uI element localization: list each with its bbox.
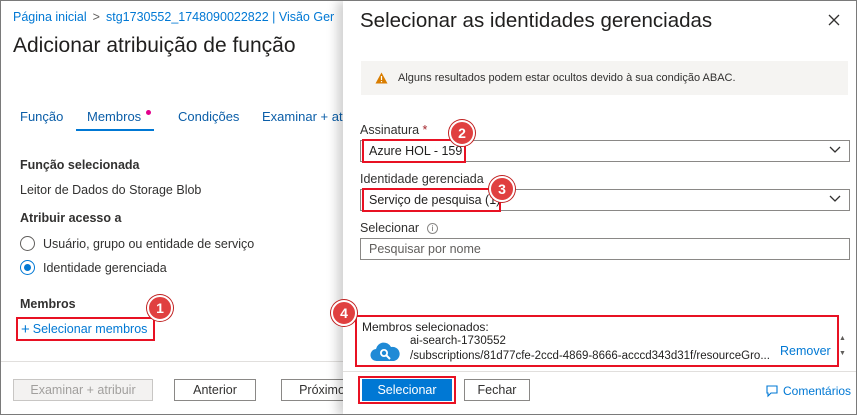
close-button[interactable]: Fechar [464,379,530,401]
screen: Página inicial > stg1730552_1748090022822 … [0,0,857,415]
callout-badge-2: 2 [449,120,475,146]
radio-managed-identity-label: Identidade gerenciada [43,260,167,275]
tab-condicoes[interactable]: Condições [178,109,239,124]
breadcrumb-separator: > [92,10,100,24]
review-assign-button[interactable]: Examinar + atribuir [13,379,153,401]
add-role-assignment-blade: Página inicial > stg1730552_1748090022822 … [1,1,363,414]
tab-membros-indicator-dot [146,110,151,115]
callout-badge-3: 3 [489,176,515,202]
page-title: Adicionar atribuição de função [13,34,296,57]
callout-badge-4: 4 [331,300,357,326]
selected-members-box: Membros selecionados: ai-search-1730552 … [355,315,839,367]
subscription-label-text: Assinatura [360,123,420,137]
breadcrumb: Página inicial > stg1730552_1748090022822 … [13,10,334,24]
scroll-down-icon[interactable]: ▼ [839,350,846,357]
select-managed-identities-panel: Selecionar as identidades gerenciadas Al… [343,1,856,414]
footer-divider [1,361,346,362]
chevron-down-icon [829,195,841,202]
panel-title: Selecionar as identidades gerenciadas [360,9,713,32]
breadcrumb-resource[interactable]: stg1730552_1748090022822 | Visão Ger [106,10,334,24]
abac-warning-banner: Alguns resultados podem estar ocultos de… [361,61,848,95]
feedback-label: Comentários [783,384,852,398]
subscription-label: Assinatura * [360,123,427,137]
radio-managed-identity[interactable]: Identidade gerenciada [20,260,167,275]
subscription-highlight [362,139,466,163]
radio-user-group-label: Usuário, grupo ou entidade de serviço [43,236,255,251]
callout-badge-1: 1 [147,295,173,321]
selected-members-label: Membros selecionados: [362,320,489,334]
select-members-link[interactable]: + Selecionar membros [16,317,155,341]
role-value: Leitor de Dados do Storage Blob [20,183,202,197]
select-label: Selecionar i [360,221,439,235]
cloud-search-icon [370,342,400,362]
role-section-label: Função selecionada [20,158,140,172]
select-button-highlight [358,376,456,404]
chevron-down-icon [829,146,841,153]
managed-identity-highlight [362,188,501,212]
feedback-link[interactable]: Comentários [765,384,851,398]
radio-user-group-circle[interactable] [20,236,35,251]
member-resource-path: /subscriptions/81d77cfe-2ccd-4869-8666-a… [410,350,770,362]
tab-membros[interactable]: Membros [87,109,141,124]
required-asterisk: * [422,123,428,137]
tab-funcao[interactable]: Função [20,109,63,124]
close-icon[interactable] [827,13,841,27]
warning-icon [375,72,388,84]
panel-footer-divider [343,371,856,372]
previous-button[interactable]: Anterior [174,379,256,401]
feedback-icon [766,385,778,398]
managed-identity-label: Identidade gerenciada [360,172,484,186]
info-icon[interactable]: i [427,223,439,234]
radio-user-group[interactable]: Usuário, grupo ou entidade de serviço [20,236,254,251]
breadcrumb-home[interactable]: Página inicial [13,10,87,24]
select-label-text: Selecionar [360,221,420,235]
assign-access-label: Atribuir acesso a [20,211,122,225]
radio-managed-identity-circle[interactable] [20,260,35,275]
member-name: ai-search-1730552 [410,335,506,347]
tab-examinar[interactable]: Examinar + at [262,109,343,124]
members-label: Membros [20,297,76,311]
select-members-label: Selecionar membros [32,322,148,336]
warning-text: Alguns resultados podem estar ocultos de… [398,72,736,84]
active-tab-underline [76,129,154,131]
plus-icon: + [21,320,30,338]
search-input[interactable] [360,238,850,260]
scroll-up-icon[interactable]: ▲ [839,335,846,342]
remove-member-link[interactable]: Remover [780,344,831,358]
